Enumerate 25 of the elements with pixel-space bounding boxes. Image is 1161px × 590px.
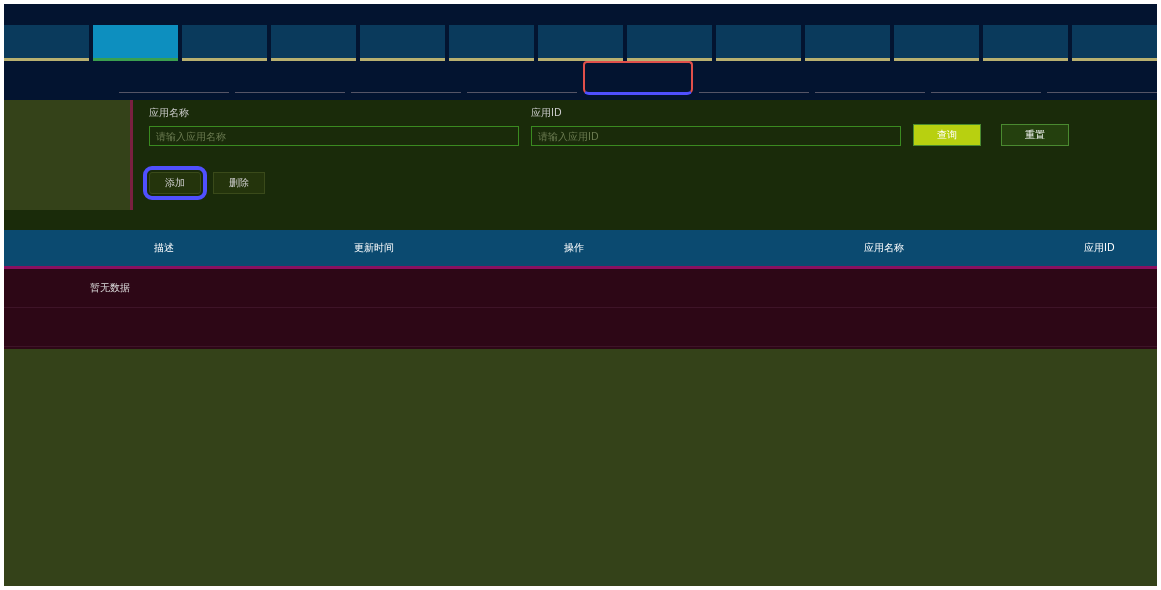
tab[interactable] [182, 25, 267, 61]
column-header: 更新时间 [354, 241, 394, 255]
action-button[interactable]: 删除 [213, 172, 265, 194]
column-header: 描述 [154, 241, 174, 255]
tab[interactable] [271, 25, 356, 61]
tab[interactable] [360, 25, 445, 61]
tab[interactable] [983, 25, 1068, 61]
field-label: 应用名称 [149, 106, 190, 120]
tab[interactable] [805, 25, 890, 61]
reset-button[interactable]: 重置 [1001, 124, 1069, 146]
tab[interactable] [449, 25, 534, 61]
field-label: 应用ID [531, 106, 563, 120]
tab[interactable] [1072, 25, 1157, 61]
tab[interactable] [716, 25, 801, 61]
column-header: 操作 [564, 241, 584, 255]
tab[interactable] [4, 25, 89, 61]
input-field[interactable]: 请输入应用名称 [149, 126, 519, 146]
input-field[interactable]: 请输入应用ID [531, 126, 901, 146]
tab[interactable] [894, 25, 979, 61]
column-header: 应用名称 [864, 241, 904, 255]
tab[interactable] [627, 25, 712, 61]
column-header: 应用ID [1084, 241, 1115, 255]
tab[interactable] [538, 25, 623, 61]
sub-tab[interactable] [582, 61, 694, 95]
empty-text: 暂无数据 [90, 281, 130, 295]
